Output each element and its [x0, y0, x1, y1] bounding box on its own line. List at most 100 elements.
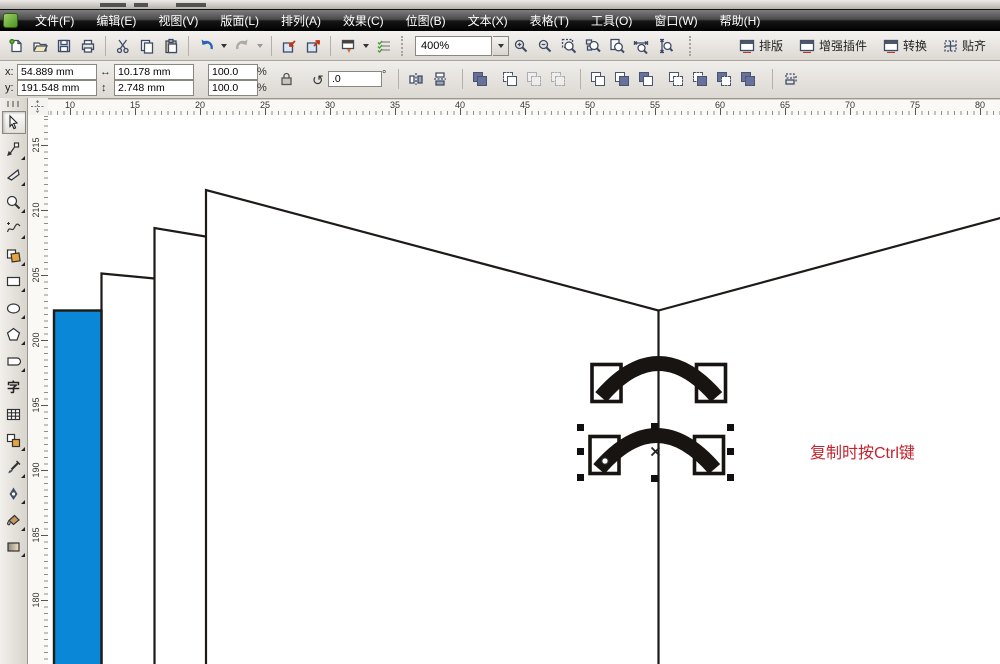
back-minus-front-button[interactable]	[714, 69, 734, 89]
selection-handle-bottom-right[interactable]	[727, 474, 734, 481]
tool-polygon[interactable]	[2, 323, 26, 346]
options-button[interactable]	[372, 34, 396, 58]
zoom-in-button[interactable]	[509, 34, 533, 58]
zoom-to-page-height-button[interactable]	[653, 34, 677, 58]
zoom-out-button[interactable]	[533, 34, 557, 58]
mirror-vertical-button[interactable]	[430, 69, 450, 89]
intersect-button[interactable]	[636, 69, 656, 89]
ungroup-button[interactable]	[524, 69, 544, 89]
group-button[interactable]	[500, 69, 520, 89]
menu-item-file[interactable]: 文件(F)	[24, 10, 85, 31]
ruler-origin-control[interactable]	[28, 98, 48, 115]
tool-ellipse[interactable]	[2, 297, 26, 320]
docker-button-snap[interactable]: 贴齐	[939, 35, 990, 56]
redo-button[interactable]	[230, 34, 254, 58]
book-page-2[interactable]	[102, 274, 155, 664]
tool-interactive-blend[interactable]	[2, 429, 26, 452]
tool-smart-fill[interactable]	[2, 244, 26, 267]
zoom-to-all-objects-button[interactable]	[581, 34, 605, 58]
tool-pick[interactable]	[2, 111, 26, 134]
docker-button-convert[interactable]: 转换	[879, 35, 931, 56]
tool-text[interactable]: 字	[2, 376, 26, 399]
tool-zoom[interactable]	[2, 191, 26, 214]
menu-item-view[interactable]: 视图(V)	[147, 10, 209, 31]
x-position-field[interactable]	[17, 64, 97, 80]
cut-button[interactable]	[111, 34, 135, 58]
undo-button[interactable]	[194, 34, 218, 58]
tool-color-eyedropper[interactable]	[2, 456, 26, 479]
docker-button-typesetting[interactable]: 排版	[735, 35, 787, 56]
menu-item-layout[interactable]: 版面(L)	[209, 10, 270, 31]
tool-table[interactable]	[2, 403, 26, 426]
menu-item-table[interactable]: 表格(T)	[519, 10, 580, 31]
y-position-field[interactable]	[17, 80, 97, 96]
rotation-angle-field[interactable]	[328, 71, 382, 87]
zoom-to-page-width-button[interactable]	[629, 34, 653, 58]
object-height-field[interactable]	[114, 80, 194, 96]
menu-item-window[interactable]: 窗口(W)	[643, 10, 708, 31]
zoom-to-selected-button[interactable]	[557, 34, 581, 58]
convert-to-curves-button[interactable]	[782, 69, 802, 89]
paste-button[interactable]	[159, 34, 183, 58]
selection-handle-bottom-center[interactable]	[651, 475, 658, 482]
new-document-button[interactable]	[4, 34, 28, 58]
selection-handle-bottom-left[interactable]	[577, 474, 584, 481]
selection-handle-middle-right[interactable]	[727, 448, 734, 455]
mirror-horizontal-button[interactable]	[406, 69, 426, 89]
tool-outline-pen[interactable]	[2, 482, 26, 505]
zoom-level-dropdown-button[interactable]	[493, 36, 509, 56]
curve-node-marker[interactable]	[602, 458, 608, 464]
trim-button[interactable]	[612, 69, 632, 89]
zoom-to-page-button[interactable]	[605, 34, 629, 58]
binder-clip-bottom-selected[interactable]	[590, 436, 724, 474]
vertical-ruler[interactable]: 215210205200195190185180	[28, 115, 49, 664]
horizontal-ruler[interactable]: 101520253035404550556065707580	[48, 100, 1000, 116]
tool-basic-shapes[interactable]	[2, 350, 26, 373]
toolbox-grip[interactable]	[7, 101, 21, 107]
menu-item-edit[interactable]: 编辑(E)	[85, 10, 147, 31]
book-left-page-and-spine[interactable]	[206, 190, 659, 664]
menu-item-tools[interactable]: 工具(O)	[580, 10, 643, 31]
selection-handle-middle-left[interactable]	[577, 448, 584, 455]
simplify-button[interactable]	[666, 69, 686, 89]
book-outline[interactable]	[102, 190, 1000, 664]
selection-handle-top-left[interactable]	[577, 424, 584, 431]
ungroup-all-button[interactable]	[548, 69, 568, 89]
selection-handle-top-right[interactable]	[727, 424, 734, 431]
menu-item-text[interactable]: 文本(X)	[457, 10, 519, 31]
application-launcher-dropdown-arrow[interactable]	[363, 44, 369, 48]
menu-item-bitmaps[interactable]: 位图(B)	[395, 10, 457, 31]
open-button[interactable]	[28, 34, 52, 58]
tool-crop[interactable]	[2, 164, 26, 187]
tool-interactive-fill[interactable]	[2, 535, 26, 558]
tool-rectangle[interactable]	[2, 270, 26, 293]
tool-freehand[interactable]	[2, 217, 26, 240]
docker-button-enhanced-plugins[interactable]: 增强插件	[795, 35, 871, 56]
import-button[interactable]	[277, 34, 301, 58]
menu-item-help[interactable]: 帮助(H)	[709, 10, 772, 31]
application-launcher-button[interactable]	[336, 34, 360, 58]
nonproportional-scale-lock-icon[interactable]	[276, 69, 296, 89]
menu-item-arrange[interactable]: 排列(A)	[270, 10, 332, 31]
weld-button[interactable]	[588, 69, 608, 89]
zoom-level-combobox[interactable]: 400%	[415, 36, 492, 56]
object-width-field[interactable]	[114, 64, 194, 80]
export-button[interactable]	[301, 34, 325, 58]
tool-shape[interactable]	[2, 138, 26, 161]
copy-button[interactable]	[135, 34, 159, 58]
book-cover-blue[interactable]	[54, 311, 102, 664]
app-icon[interactable]	[3, 13, 18, 28]
scale-vertical-field[interactable]	[208, 80, 258, 96]
scale-horizontal-field[interactable]	[208, 64, 258, 80]
drawing-canvas[interactable]: 复制时按Ctrl键	[48, 115, 1000, 664]
tool-fill[interactable]	[2, 509, 26, 532]
undo-dropdown-arrow[interactable]	[221, 44, 227, 48]
combine-button[interactable]	[470, 69, 490, 89]
front-minus-back-button[interactable]	[690, 69, 710, 89]
print-button[interactable]	[76, 34, 100, 58]
menu-item-effects[interactable]: 效果(C)	[332, 10, 395, 31]
create-boundary-button[interactable]	[738, 69, 758, 89]
selection-handle-top-center[interactable]	[651, 423, 658, 430]
save-button[interactable]	[52, 34, 76, 58]
book-right-page[interactable]	[659, 217, 1000, 311]
